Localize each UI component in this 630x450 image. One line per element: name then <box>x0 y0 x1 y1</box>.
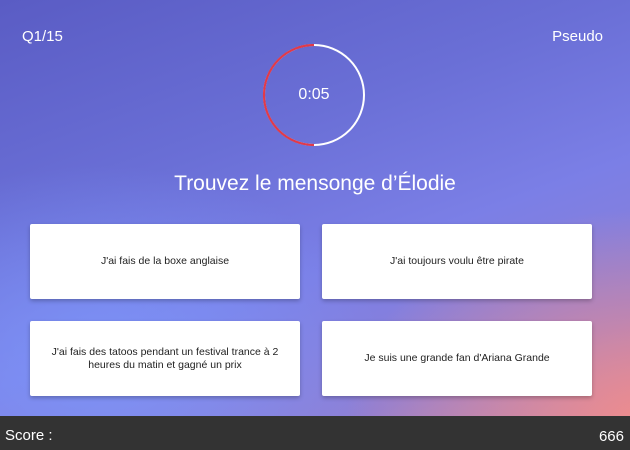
answer-button-4[interactable]: Je suis une grande fan d'Ariana Grande <box>322 321 592 396</box>
answer-label-1: J'ai fais de la boxe anglaise <box>100 255 230 267</box>
score-label: Score : <box>5 427 53 444</box>
answer-button-2[interactable]: J'ai toujours voulu être pirate <box>322 224 592 299</box>
answer-button-1[interactable]: J'ai fais de la boxe anglaise <box>30 224 300 299</box>
answer-label-4: Je suis une grande fan d'Ariana Grande <box>364 352 550 364</box>
answer-button-3[interactable]: J'ai fais des tatoos pendant un festival… <box>30 321 300 396</box>
score-value: 666 <box>598 428 624 445</box>
answer-label-3: J'ai fais des tatoos pendant un festival… <box>51 345 279 371</box>
answer-label-2: J'ai toujours voulu être pirate <box>390 255 524 267</box>
player-pseudo: Pseudo <box>552 28 603 45</box>
question-counter: Q1/15 <box>22 28 63 45</box>
score-bar: Score : 666 <box>0 416 630 450</box>
question-text: Trouvez le mensonge d’Élodie <box>174 172 456 195</box>
timer-value: 0:05 <box>298 86 330 103</box>
